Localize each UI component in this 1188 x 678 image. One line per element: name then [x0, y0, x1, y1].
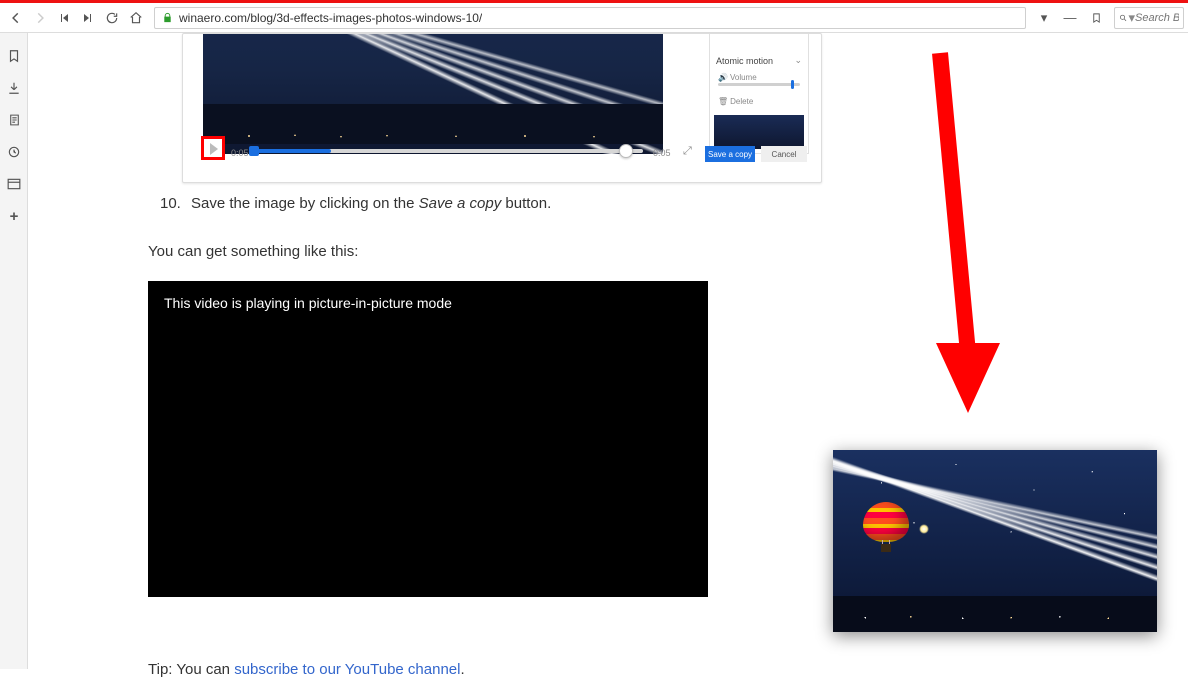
- add-panel-icon[interactable]: +: [0, 203, 28, 229]
- delete-label: Delete: [730, 97, 753, 106]
- browser-sidebar: +: [0, 33, 28, 669]
- result-intro-text: You can get something like this:: [148, 243, 358, 260]
- url-text: winaero.com/blog/3d-effects-images-photo…: [179, 11, 482, 25]
- effects-thumbnail: [714, 115, 804, 149]
- search-input[interactable]: [1135, 12, 1179, 24]
- caret-down-icon[interactable]: ▾: [1032, 6, 1056, 30]
- window-panel-icon[interactable]: [0, 171, 28, 197]
- pip-video-window[interactable]: [833, 450, 1157, 632]
- address-bar[interactable]: winaero.com/blog/3d-effects-images-photo…: [154, 7, 1026, 29]
- home-button[interactable]: [124, 6, 148, 30]
- play-button-highlighted: [201, 136, 225, 160]
- time-total: 0:05: [653, 148, 671, 158]
- fast-forward-button[interactable]: [76, 6, 100, 30]
- back-button[interactable]: [4, 6, 28, 30]
- browser-toolbar: winaero.com/blog/3d-effects-images-photo…: [0, 3, 1188, 33]
- resize-icon: ⤢: [683, 145, 692, 158]
- chevron-down-icon: ⌄: [794, 55, 802, 66]
- page-content: Atomic motion ⌄ 🔊Volume 🗑Delete 0:05 0:0…: [28, 33, 1188, 669]
- photos-app-screenshot: Atomic motion ⌄ 🔊Volume 🗑Delete 0:05 0:0…: [182, 33, 822, 183]
- photos-save-copy-button: Save a copy: [705, 146, 755, 162]
- pip-skyline: [833, 596, 1157, 632]
- step-number: 10.: [160, 195, 181, 212]
- time-elapsed: 0:05: [231, 148, 249, 158]
- notes-panel-icon[interactable]: [0, 107, 28, 133]
- search-box[interactable]: ▾: [1114, 7, 1184, 29]
- toggle-line-icon[interactable]: —: [1058, 6, 1082, 30]
- tip-line: Tip: You can subscribe to our YouTube ch…: [148, 661, 465, 678]
- timeline-slider: [253, 149, 643, 153]
- bookmark-icon[interactable]: [1084, 6, 1108, 30]
- pip-mode-message: This video is playing in picture-in-pict…: [148, 281, 708, 325]
- magnifier-icon: [1119, 12, 1127, 24]
- photos-preview-image: [203, 33, 663, 154]
- bookmarks-panel-icon[interactable]: [0, 43, 28, 69]
- toolbar-extras: ▾ — ▾: [1032, 6, 1184, 30]
- subscribe-link[interactable]: subscribe to our YouTube channel: [234, 661, 460, 678]
- photos-cancel-button: Cancel: [761, 146, 807, 162]
- history-panel-icon[interactable]: [0, 139, 28, 165]
- rewind-button[interactable]: [52, 6, 76, 30]
- step-10: 10. Save the image by clicking on the Sa…: [160, 195, 551, 212]
- pip-flare: [919, 524, 929, 534]
- annotation-arrow: [898, 53, 1018, 413]
- downloads-panel-icon[interactable]: [0, 75, 28, 101]
- photos-effects-panel: Atomic motion ⌄ 🔊Volume 🗑Delete: [709, 33, 809, 154]
- reload-button[interactable]: [100, 6, 124, 30]
- effect-name: Atomic motion: [716, 56, 773, 66]
- embedded-video-placeholder[interactable]: This video is playing in picture-in-pict…: [148, 281, 708, 597]
- pip-balloon: [863, 502, 909, 562]
- volume-label: Volume: [730, 73, 757, 82]
- lock-icon: [159, 10, 175, 26]
- volume-slider: [718, 83, 800, 86]
- forward-button[interactable]: [28, 6, 52, 30]
